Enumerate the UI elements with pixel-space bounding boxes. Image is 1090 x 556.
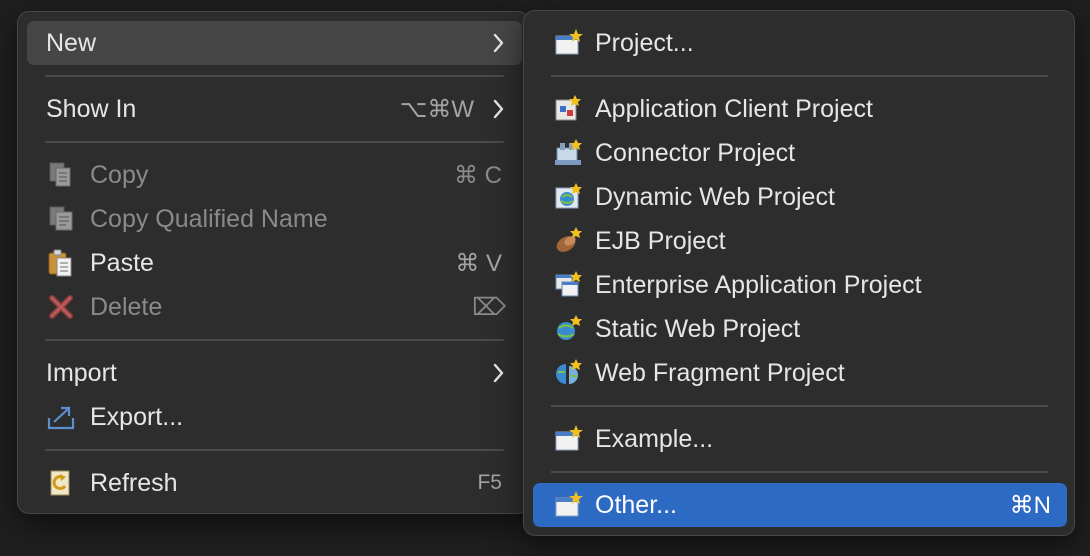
menu-item-label: Delete xyxy=(90,292,163,321)
menu-item-label: Refresh xyxy=(90,468,178,497)
context-menu: New Show In ⌥⌘W Copy ⌘ C Copy Qualified … xyxy=(17,11,530,514)
delete-icon xyxy=(49,295,73,319)
export-icon xyxy=(47,406,75,430)
submenu-item-enterprise-application-project[interactable]: Enterprise Application Project xyxy=(533,263,1067,307)
menu-item-new[interactable]: New xyxy=(27,21,522,65)
enterprise-app-project-icon xyxy=(555,271,582,297)
menu-item-label: Copy Qualified Name xyxy=(90,204,328,233)
submenu-item-static-web-project[interactable]: Static Web Project xyxy=(533,307,1067,351)
submenu-item-label: Other... xyxy=(595,490,677,519)
web-fragment-project-icon xyxy=(556,359,582,384)
static-web-project-icon xyxy=(557,315,582,340)
app-client-project-icon xyxy=(555,95,581,121)
menu-item-label: Paste xyxy=(90,248,154,277)
menu-item-copy[interactable]: Copy ⌘ C xyxy=(27,153,522,197)
submenu-item-ejb-project[interactable]: EJB Project xyxy=(533,219,1067,263)
submenu-item-label: Connector Project xyxy=(595,138,796,167)
menu-separator xyxy=(551,405,1048,407)
menu-item-label: Copy xyxy=(90,160,149,189)
example-icon xyxy=(555,425,583,451)
submenu-item-dynamic-web-project[interactable]: Dynamic Web Project xyxy=(533,175,1067,219)
new-project-icon xyxy=(555,29,583,55)
submenu-item-project[interactable]: Project... xyxy=(533,21,1067,65)
menu-separator xyxy=(45,449,504,451)
menu-item-shortcut: ⌘ V xyxy=(455,249,502,277)
submenu-item-application-client-project[interactable]: Application Client Project xyxy=(533,87,1067,131)
chevron-right-icon xyxy=(493,33,504,53)
menu-item-copy-qualified-name[interactable]: Copy Qualified Name xyxy=(27,197,522,241)
submenu-item-other[interactable]: Other... ⌘N xyxy=(533,483,1067,527)
menu-item-shortcut: ⌦ xyxy=(472,293,506,321)
submenu-item-shortcut: ⌘N xyxy=(1009,491,1051,519)
chevron-right-icon xyxy=(493,363,504,383)
submenu-item-web-fragment-project[interactable]: Web Fragment Project xyxy=(533,351,1067,395)
submenu-item-label: Web Fragment Project xyxy=(595,358,845,387)
menu-item-show-in[interactable]: Show In ⌥⌘W xyxy=(27,87,522,131)
submenu-item-label: Application Client Project xyxy=(595,94,873,123)
menu-separator xyxy=(551,75,1048,77)
menu-separator xyxy=(45,339,504,341)
dynamic-web-project-icon xyxy=(555,183,582,209)
menu-item-delete[interactable]: Delete ⌦ xyxy=(27,285,522,329)
menu-separator xyxy=(551,471,1048,473)
menu-separator xyxy=(45,75,504,77)
new-submenu: Project... Application Client Project Co… xyxy=(523,10,1075,536)
submenu-item-label: Project... xyxy=(595,28,694,57)
paste-icon xyxy=(48,249,72,277)
chevron-right-icon xyxy=(493,99,504,119)
submenu-item-connector-project[interactable]: Connector Project xyxy=(533,131,1067,175)
menu-item-label: Import xyxy=(46,358,117,387)
menu-item-label: New xyxy=(46,28,97,57)
submenu-item-label: Dynamic Web Project xyxy=(595,182,835,211)
other-wizard-icon xyxy=(555,491,583,517)
copy-qualified-name-icon xyxy=(49,206,73,231)
menu-separator xyxy=(45,141,504,143)
menu-item-export[interactable]: Export... xyxy=(27,395,522,439)
ejb-project-icon xyxy=(556,227,582,252)
submenu-item-label: Enterprise Application Project xyxy=(595,270,922,299)
submenu-item-label: EJB Project xyxy=(595,226,726,255)
copy-icon xyxy=(49,162,71,187)
menu-item-label: Export... xyxy=(90,402,184,431)
menu-item-label: Show In xyxy=(46,94,137,123)
menu-item-import[interactable]: Import xyxy=(27,351,522,395)
menu-item-paste[interactable]: Paste ⌘ V xyxy=(27,241,522,285)
refresh-icon xyxy=(50,470,70,496)
submenu-item-label: Example... xyxy=(595,424,714,453)
submenu-item-example[interactable]: Example... xyxy=(533,417,1067,461)
menu-item-refresh[interactable]: Refresh F5 xyxy=(27,461,522,505)
menu-item-shortcut: ⌥⌘W xyxy=(399,95,474,123)
menu-item-shortcut: ⌘ C xyxy=(454,161,502,189)
submenu-item-label: Static Web Project xyxy=(595,314,801,343)
menu-item-shortcut: F5 xyxy=(477,471,502,494)
connector-project-icon xyxy=(555,139,582,165)
